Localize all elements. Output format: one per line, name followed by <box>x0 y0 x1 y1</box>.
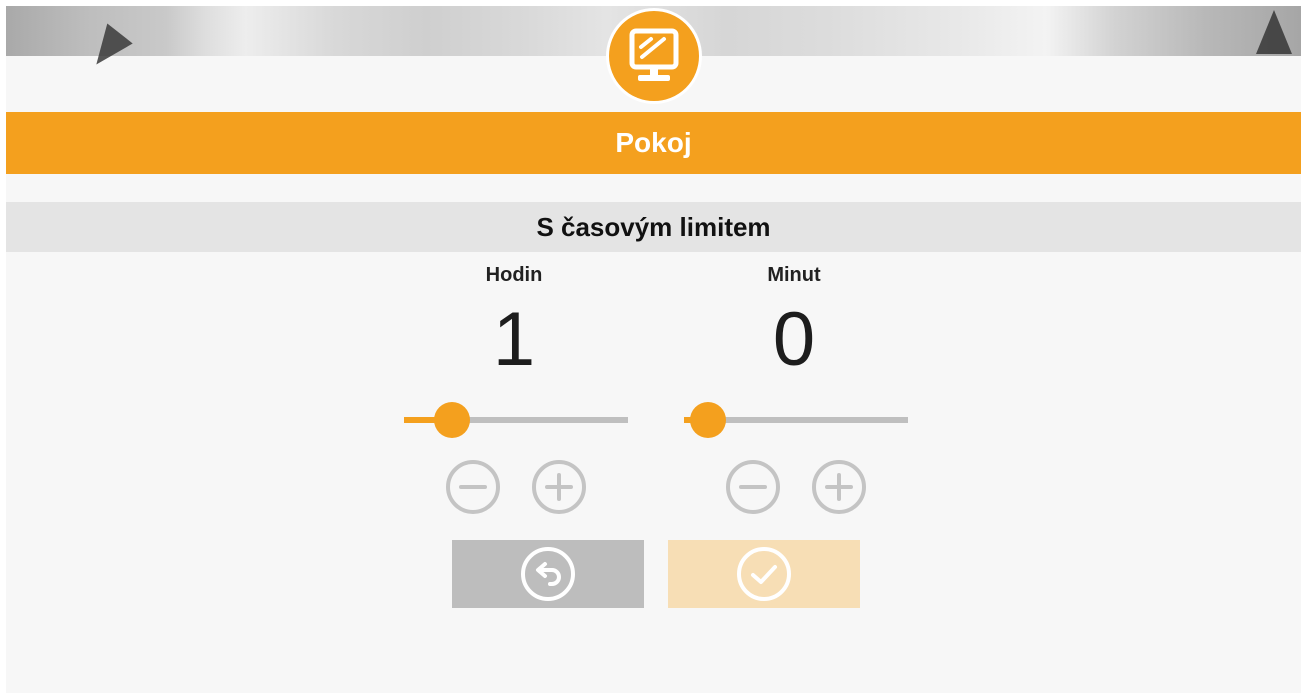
banner-decoration-right <box>1256 10 1292 54</box>
room-logo <box>606 8 702 104</box>
hours-decrement-button[interactable] <box>444 458 502 516</box>
app-screen: Pokoj S časovým limitem Hodin 1 Minut 0 <box>6 6 1301 693</box>
undo-icon <box>521 547 575 601</box>
hours-slider-thumb[interactable] <box>433 402 470 438</box>
minutes-increment-button[interactable] <box>810 458 868 516</box>
minutes-label: Minut <box>767 264 821 286</box>
plus-circle-icon <box>532 460 586 514</box>
minutes-slider-thumb[interactable] <box>690 402 726 438</box>
plus-circle-icon <box>812 460 866 514</box>
minus-circle-icon <box>726 460 780 514</box>
minutes-slider[interactable] <box>684 400 908 440</box>
back-button[interactable] <box>452 540 644 608</box>
hours-label: Hodin <box>485 264 543 286</box>
minutes-value: 0 <box>772 297 816 382</box>
monitor-icon <box>629 28 679 81</box>
section-header: S časovým limitem <box>6 202 1301 252</box>
section-title: S časovým limitem <box>536 211 771 242</box>
page-title-bar: Pokoj <box>6 112 1301 174</box>
hours-slider[interactable] <box>404 400 628 440</box>
minus-circle-icon <box>446 460 500 514</box>
minutes-decrement-button[interactable] <box>724 458 782 516</box>
confirm-button[interactable] <box>668 540 860 608</box>
check-circle-icon <box>737 547 791 601</box>
banner-decoration-left <box>81 17 133 65</box>
page-title: Pokoj <box>615 127 692 158</box>
hours-value: 1 <box>492 297 536 382</box>
hours-increment-button[interactable] <box>530 458 588 516</box>
